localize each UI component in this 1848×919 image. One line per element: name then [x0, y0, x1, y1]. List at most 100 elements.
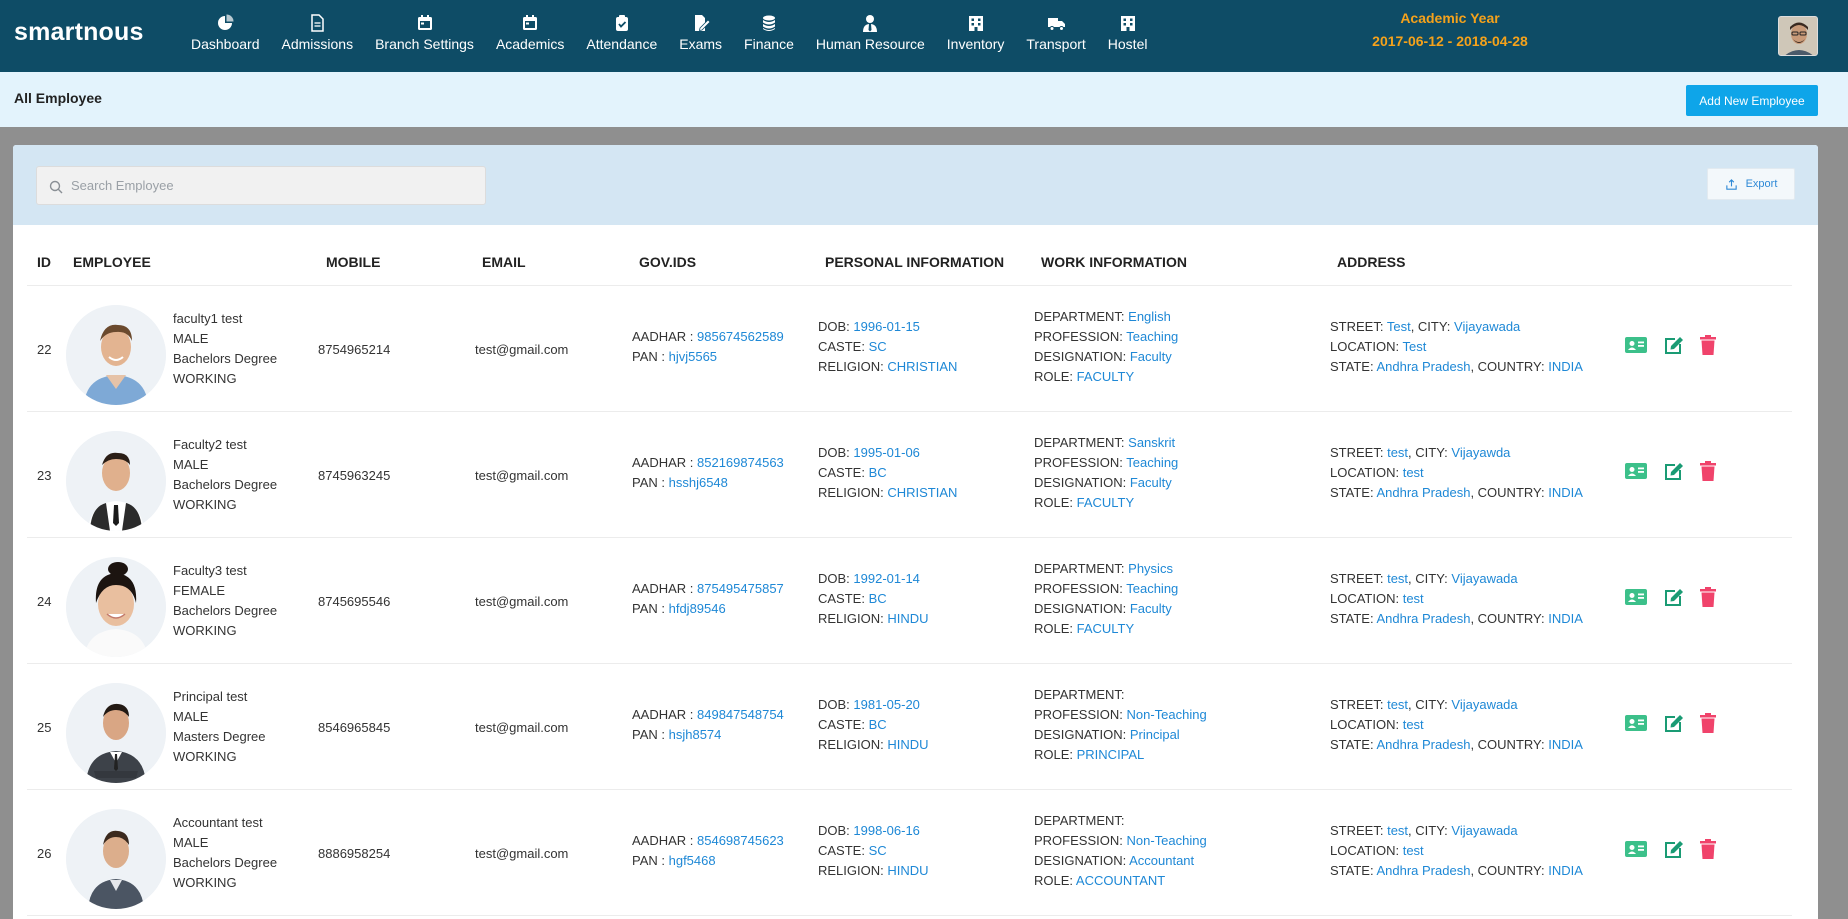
religion-value[interactable]: HINDU	[887, 611, 928, 626]
edit-icon[interactable]	[1663, 334, 1685, 356]
state-value[interactable]: Andhra Pradesh	[1376, 485, 1470, 500]
export-button[interactable]: Export	[1707, 168, 1795, 200]
religion-value[interactable]: CHRISTIAN	[887, 359, 957, 374]
pan-value[interactable]: hjvj5565	[669, 349, 717, 364]
street-value[interactable]: test	[1387, 697, 1408, 712]
dob-value[interactable]: 1996-01-15	[853, 319, 920, 334]
aadhar-value[interactable]: 849847548754	[697, 707, 784, 722]
nav-item-hostel[interactable]: Hostel	[1097, 0, 1159, 72]
location-value[interactable]: test	[1403, 843, 1424, 858]
designation-value[interactable]: Principal	[1130, 727, 1180, 742]
city-value[interactable]: Vijayawada	[1451, 823, 1517, 838]
id-card-icon[interactable]	[1625, 460, 1647, 482]
id-card-icon[interactable]	[1625, 334, 1647, 356]
dob-value[interactable]: 1995-01-06	[853, 445, 920, 460]
delete-icon[interactable]	[1697, 460, 1719, 482]
role-value[interactable]: ACCOUNTANT	[1076, 873, 1165, 888]
brand-logo[interactable]: smartnous	[14, 18, 144, 47]
user-avatar[interactable]	[1778, 16, 1818, 56]
id-card-icon[interactable]	[1625, 712, 1647, 734]
search-box[interactable]	[36, 166, 486, 205]
city-value[interactable]: Vijayawada	[1454, 319, 1520, 334]
dob-value[interactable]: 1981-05-20	[853, 697, 920, 712]
edit-icon[interactable]	[1663, 460, 1685, 482]
nav-item-admissions[interactable]: Admissions	[271, 0, 365, 72]
aadhar-value[interactable]: 852169874563	[697, 455, 784, 470]
country-value[interactable]: INDIA	[1548, 863, 1583, 878]
religion-value[interactable]: HINDU	[887, 863, 928, 878]
caste-value[interactable]: SC	[869, 339, 887, 354]
city-value[interactable]: Vijayawada	[1451, 697, 1517, 712]
street-value[interactable]: Test	[1387, 319, 1411, 334]
country-value[interactable]: INDIA	[1548, 611, 1583, 626]
country-value[interactable]: INDIA	[1548, 737, 1583, 752]
department-value[interactable]: Sanskrit	[1128, 435, 1175, 450]
id-card-icon[interactable]	[1625, 586, 1647, 608]
aadhar-value[interactable]: 875495475857	[697, 581, 784, 596]
delete-icon[interactable]	[1697, 334, 1719, 356]
nav-item-exams[interactable]: Exams	[668, 0, 733, 72]
state-value[interactable]: Andhra Pradesh	[1376, 737, 1470, 752]
caste-value[interactable]: SC	[869, 843, 887, 858]
caste-value[interactable]: BC	[869, 465, 887, 480]
caste-value[interactable]: BC	[869, 717, 887, 732]
city-value[interactable]: Vijayawda	[1451, 445, 1510, 460]
id-card-icon[interactable]	[1625, 838, 1647, 860]
add-employee-button[interactable]: Add New Employee	[1686, 85, 1818, 116]
state-value[interactable]: Andhra Pradesh	[1376, 359, 1470, 374]
nav-item-human-resource[interactable]: Human Resource	[805, 0, 936, 72]
nav-item-inventory[interactable]: Inventory	[936, 0, 1016, 72]
role-value[interactable]: FACULTY	[1077, 369, 1135, 384]
country-value[interactable]: INDIA	[1548, 485, 1583, 500]
location-value[interactable]: test	[1403, 591, 1424, 606]
designation-value[interactable]: Accountant	[1129, 853, 1194, 868]
nav-item-finance[interactable]: Finance	[733, 0, 805, 72]
edit-icon[interactable]	[1663, 712, 1685, 734]
profession-value[interactable]: Teaching	[1126, 455, 1178, 470]
profession-value[interactable]: Non-Teaching	[1126, 707, 1206, 722]
pan-value[interactable]: hgf5468	[669, 853, 716, 868]
religion-value[interactable]: CHRISTIAN	[887, 485, 957, 500]
nav-item-dashboard[interactable]: Dashboard	[180, 0, 271, 72]
caste-value[interactable]: BC	[869, 591, 887, 606]
aadhar-value[interactable]: 985674562589	[697, 329, 784, 344]
state-value[interactable]: Andhra Pradesh	[1376, 611, 1470, 626]
delete-icon[interactable]	[1697, 712, 1719, 734]
designation-value[interactable]: Faculty	[1130, 349, 1172, 364]
delete-icon[interactable]	[1697, 586, 1719, 608]
state-value[interactable]: Andhra Pradesh	[1376, 863, 1470, 878]
dob-value[interactable]: 1998-06-16	[853, 823, 920, 838]
role-value[interactable]: FACULTY	[1077, 495, 1135, 510]
nav-item-transport[interactable]: Transport	[1015, 0, 1096, 72]
profession-value[interactable]: Teaching	[1126, 581, 1178, 596]
profession-value[interactable]: Non-Teaching	[1126, 833, 1206, 848]
street-value[interactable]: test	[1387, 445, 1408, 460]
nav-item-attendance[interactable]: Attendance	[575, 0, 668, 72]
designation-value[interactable]: Faculty	[1130, 601, 1172, 616]
street-value[interactable]: test	[1387, 571, 1408, 586]
aadhar-value[interactable]: 854698745623	[697, 833, 784, 848]
department-value[interactable]: Physics	[1128, 561, 1173, 576]
designation-value[interactable]: Faculty	[1130, 475, 1172, 490]
religion-value[interactable]: HINDU	[887, 737, 928, 752]
location-value[interactable]: test	[1403, 465, 1424, 480]
pan-value[interactable]: hfdj89546	[669, 601, 726, 616]
delete-icon[interactable]	[1697, 838, 1719, 860]
city-value[interactable]: Vijayawada	[1451, 571, 1517, 586]
role-value[interactable]: FACULTY	[1077, 621, 1135, 636]
location-value[interactable]: Test	[1402, 339, 1426, 354]
edit-icon[interactable]	[1663, 838, 1685, 860]
profession-value[interactable]: Teaching	[1126, 329, 1178, 344]
dob-value[interactable]: 1992-01-14	[853, 571, 920, 586]
department-value[interactable]: English	[1128, 309, 1171, 324]
country-value[interactable]: INDIA	[1548, 359, 1583, 374]
pan-value[interactable]: hsshj6548	[669, 475, 728, 490]
edit-icon[interactable]	[1663, 586, 1685, 608]
search-input[interactable]	[71, 167, 471, 204]
nav-item-academics[interactable]: Academics	[485, 0, 575, 72]
location-value[interactable]: test	[1403, 717, 1424, 732]
role-value[interactable]: PRINCIPAL	[1077, 747, 1145, 762]
street-value[interactable]: test	[1387, 823, 1408, 838]
pan-value[interactable]: hsjh8574	[669, 727, 722, 742]
nav-item-branch-settings[interactable]: Branch Settings	[364, 0, 485, 72]
